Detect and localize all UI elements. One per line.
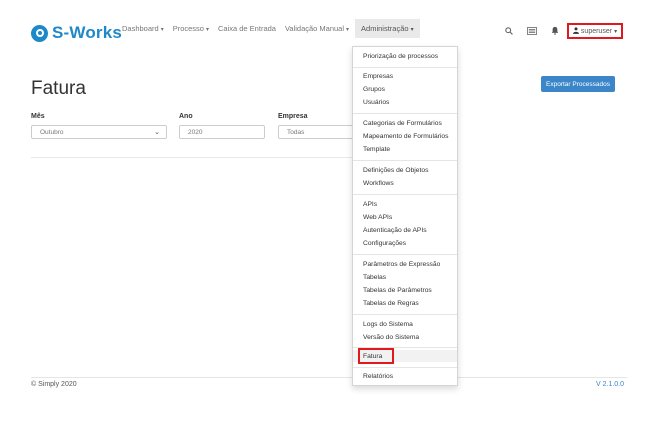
year-label: Ano — [179, 113, 193, 120]
month-select[interactable]: Outubro ⌄ — [31, 125, 167, 139]
dropdown-divider — [353, 160, 457, 161]
chevron-down-icon: ⌄ — [154, 129, 160, 136]
menu-processo[interactable]: Processo ▾ — [173, 24, 209, 38]
dropdown-item-grupos[interactable]: Grupos — [363, 86, 385, 93]
menu-administracao[interactable]: Administração ▾ — [355, 19, 420, 38]
dropdown-divider — [353, 113, 457, 114]
brand-logo[interactable]: S-Works — [31, 20, 122, 46]
version-text: V 2.1.0.0 — [596, 381, 625, 388]
dropdown-item-usuarios[interactable]: Usuários — [363, 99, 389, 106]
menu-dashboard[interactable]: Dashboard ▾ — [122, 24, 164, 38]
dropdown-item-tabelas[interactable]: Tabelas — [363, 274, 386, 281]
year-input[interactable]: 2020 — [179, 125, 265, 139]
username: superuser — [580, 27, 613, 35]
dropdown-item-template[interactable]: Template — [363, 146, 390, 153]
dropdown-divider — [353, 254, 457, 255]
month-label: Mês — [31, 113, 45, 120]
brand-name: S-Works — [52, 23, 123, 42]
dropdown-item-tabelas-regras[interactable]: Tabelas de Regras — [363, 300, 419, 307]
dropdown-item-parametros-expressao[interactable]: Parâmetros de Expressão — [363, 261, 440, 268]
user-icon — [572, 26, 579, 36]
page-title: Fatura — [31, 78, 86, 99]
dropdown-divider — [353, 314, 457, 315]
logo-icon — [31, 24, 48, 42]
menu-caixa-de-entrada[interactable]: Caixa de Entrada — [218, 24, 276, 38]
dropdown-item-workflows[interactable]: Workflows — [363, 180, 394, 187]
dropdown-item-apis[interactable]: APIs — [363, 201, 377, 208]
dropdown-item-autenticacao[interactable]: Autenticação de APIs — [363, 227, 427, 234]
dropdown-divider — [353, 367, 457, 368]
export-button[interactable]: Exportar Processados — [541, 76, 615, 92]
dropdown-item-configuracoes[interactable]: Configurações — [363, 240, 406, 247]
company-select[interactable]: Todas — [278, 125, 353, 139]
main-menu: Dashboard ▾ Processo ▾ Caixa de Entrada Va… — [122, 19, 429, 38]
dropdown-item-mapeamento[interactable]: Mapeamento de Formulários — [363, 133, 449, 140]
search-icon[interactable] — [505, 26, 513, 37]
dropdown-item-relatorios[interactable]: Relatórios — [363, 373, 393, 380]
administration-dropdown: Priorização de processos Empresas Grupos… — [352, 46, 458, 386]
dropdown-item-logs[interactable]: Logs do Sistema — [363, 321, 413, 328]
dropdown-divider — [353, 194, 457, 195]
dropdown-item-definicoes[interactable]: Definições de Objetos — [363, 167, 428, 174]
footer-divider — [31, 377, 627, 378]
dropdown-item-priorizacao[interactable]: Priorização de processos — [363, 53, 438, 60]
dropdown-divider — [353, 67, 457, 68]
nav-icons — [505, 26, 573, 37]
bell-icon[interactable] — [551, 26, 559, 37]
chevron-down-icon: ▾ — [614, 28, 618, 35]
dropdown-item-empresas[interactable]: Empresas — [363, 73, 393, 80]
dropdown-item-categorias[interactable]: Categorias de Formulários — [363, 120, 442, 127]
user-menu-button[interactable]: superuser ▾ — [567, 23, 623, 39]
list-icon[interactable] — [527, 26, 537, 37]
fatura-highlight-box — [358, 348, 394, 364]
dropdown-item-versao[interactable]: Versão do Sistema — [363, 334, 419, 341]
dropdown-item-web-apis[interactable]: Web APIs — [363, 214, 392, 221]
top-navbar: S-Works Dashboard ▾ Processo ▾ Caixa de En… — [0, 0, 657, 50]
copyright-text: © Simply 2020 — [31, 381, 77, 388]
company-label: Empresa — [278, 113, 308, 120]
dropdown-item-tabelas-parametros[interactable]: Tabelas de Parâmetros — [363, 287, 432, 294]
menu-validacao-manual[interactable]: Validação Manual ▾ — [285, 24, 349, 38]
